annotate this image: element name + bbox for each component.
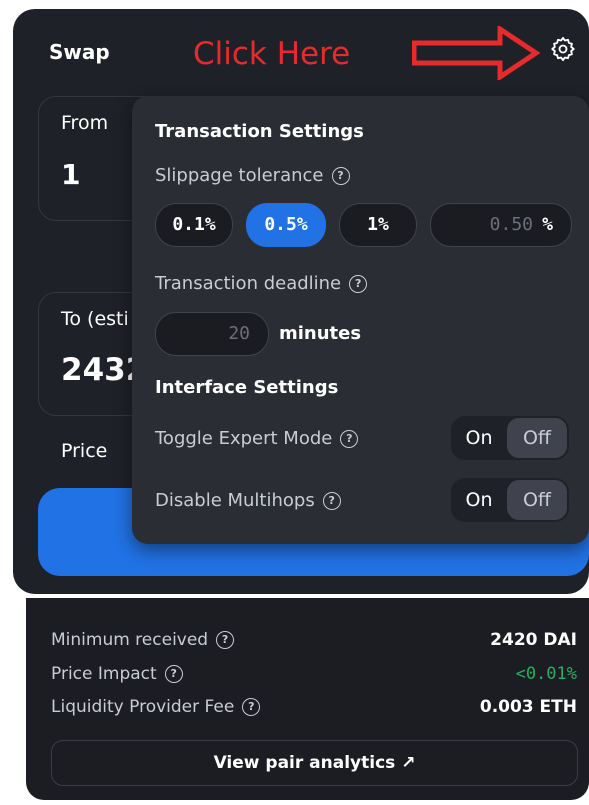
help-circle-icon[interactable]: ?	[216, 631, 235, 649]
minimum-received-row: Minimum received?	[51, 630, 235, 650]
toggle-on-option[interactable]: On	[451, 478, 507, 522]
from-amount-input[interactable]: 1	[61, 158, 80, 191]
toggle-off-option[interactable]: Off	[507, 480, 567, 520]
transaction-deadline-text: Transaction deadline	[155, 273, 342, 294]
price-label: Price	[61, 440, 108, 462]
multihops-label: Disable Multihops?	[155, 490, 341, 511]
help-circle-icon[interactable]: ?	[322, 492, 341, 510]
slippage-option-0-5[interactable]: 0.5%	[246, 203, 326, 247]
click-here-annotation: Click Here	[193, 36, 351, 72]
help-circle-icon[interactable]: ?	[340, 430, 359, 448]
annotation-arrow-icon	[412, 26, 540, 80]
lp-fee-row: Liquidity Provider Fee?	[51, 697, 261, 717]
slippage-custom-value: 0.50	[489, 214, 533, 235]
minimum-received-label: Minimum received	[51, 630, 209, 650]
multihops-toggle[interactable]: On Off	[451, 478, 569, 522]
help-circle-icon[interactable]: ?	[164, 665, 183, 683]
page-title: Swap	[49, 40, 110, 64]
transaction-deadline-label: Transaction deadline?	[155, 273, 368, 294]
toggle-on-option[interactable]: On	[451, 416, 507, 460]
to-label: To (esti	[61, 308, 129, 330]
view-pair-analytics-button[interactable]: View pair analytics ↗	[51, 740, 578, 786]
price-impact-label: Price Impact	[51, 664, 157, 684]
help-circle-icon[interactable]: ?	[349, 275, 368, 293]
slippage-percent-unit: %	[542, 214, 553, 235]
toggle-off-option[interactable]: Off	[507, 418, 567, 458]
minimum-received-value: 2420 DAI	[490, 630, 577, 650]
interface-settings-header: Interface Settings	[155, 377, 339, 398]
help-circle-icon[interactable]: ?	[242, 698, 261, 716]
price-impact-row: Price Impact?	[51, 664, 183, 684]
multihops-text: Disable Multihops	[155, 490, 315, 511]
deadline-input[interactable]: 20	[155, 312, 269, 356]
expert-mode-toggle[interactable]: On Off	[451, 416, 569, 460]
slippage-option-1[interactable]: 1%	[339, 203, 417, 247]
from-label: From	[61, 112, 109, 134]
price-impact-value: <0.01%	[515, 664, 577, 684]
slippage-custom-input[interactable]: 0.50 %	[430, 203, 572, 247]
slippage-tolerance-label: Slippage tolerance?	[155, 165, 350, 186]
expert-mode-label: Toggle Expert Mode?	[155, 428, 359, 449]
lp-fee-label: Liquidity Provider Fee	[51, 697, 235, 717]
help-circle-icon[interactable]: ?	[331, 167, 350, 185]
settings-gear-icon[interactable]	[549, 35, 577, 63]
lp-fee-value: 0.003 ETH	[479, 697, 577, 717]
transaction-settings-header: Transaction Settings	[155, 121, 364, 142]
slippage-option-0-1[interactable]: 0.1%	[155, 203, 233, 247]
expert-mode-text: Toggle Expert Mode	[155, 428, 333, 449]
slippage-tolerance-text: Slippage tolerance	[155, 165, 324, 186]
deadline-unit-label: minutes	[279, 323, 362, 344]
deadline-value: 20	[228, 323, 250, 344]
